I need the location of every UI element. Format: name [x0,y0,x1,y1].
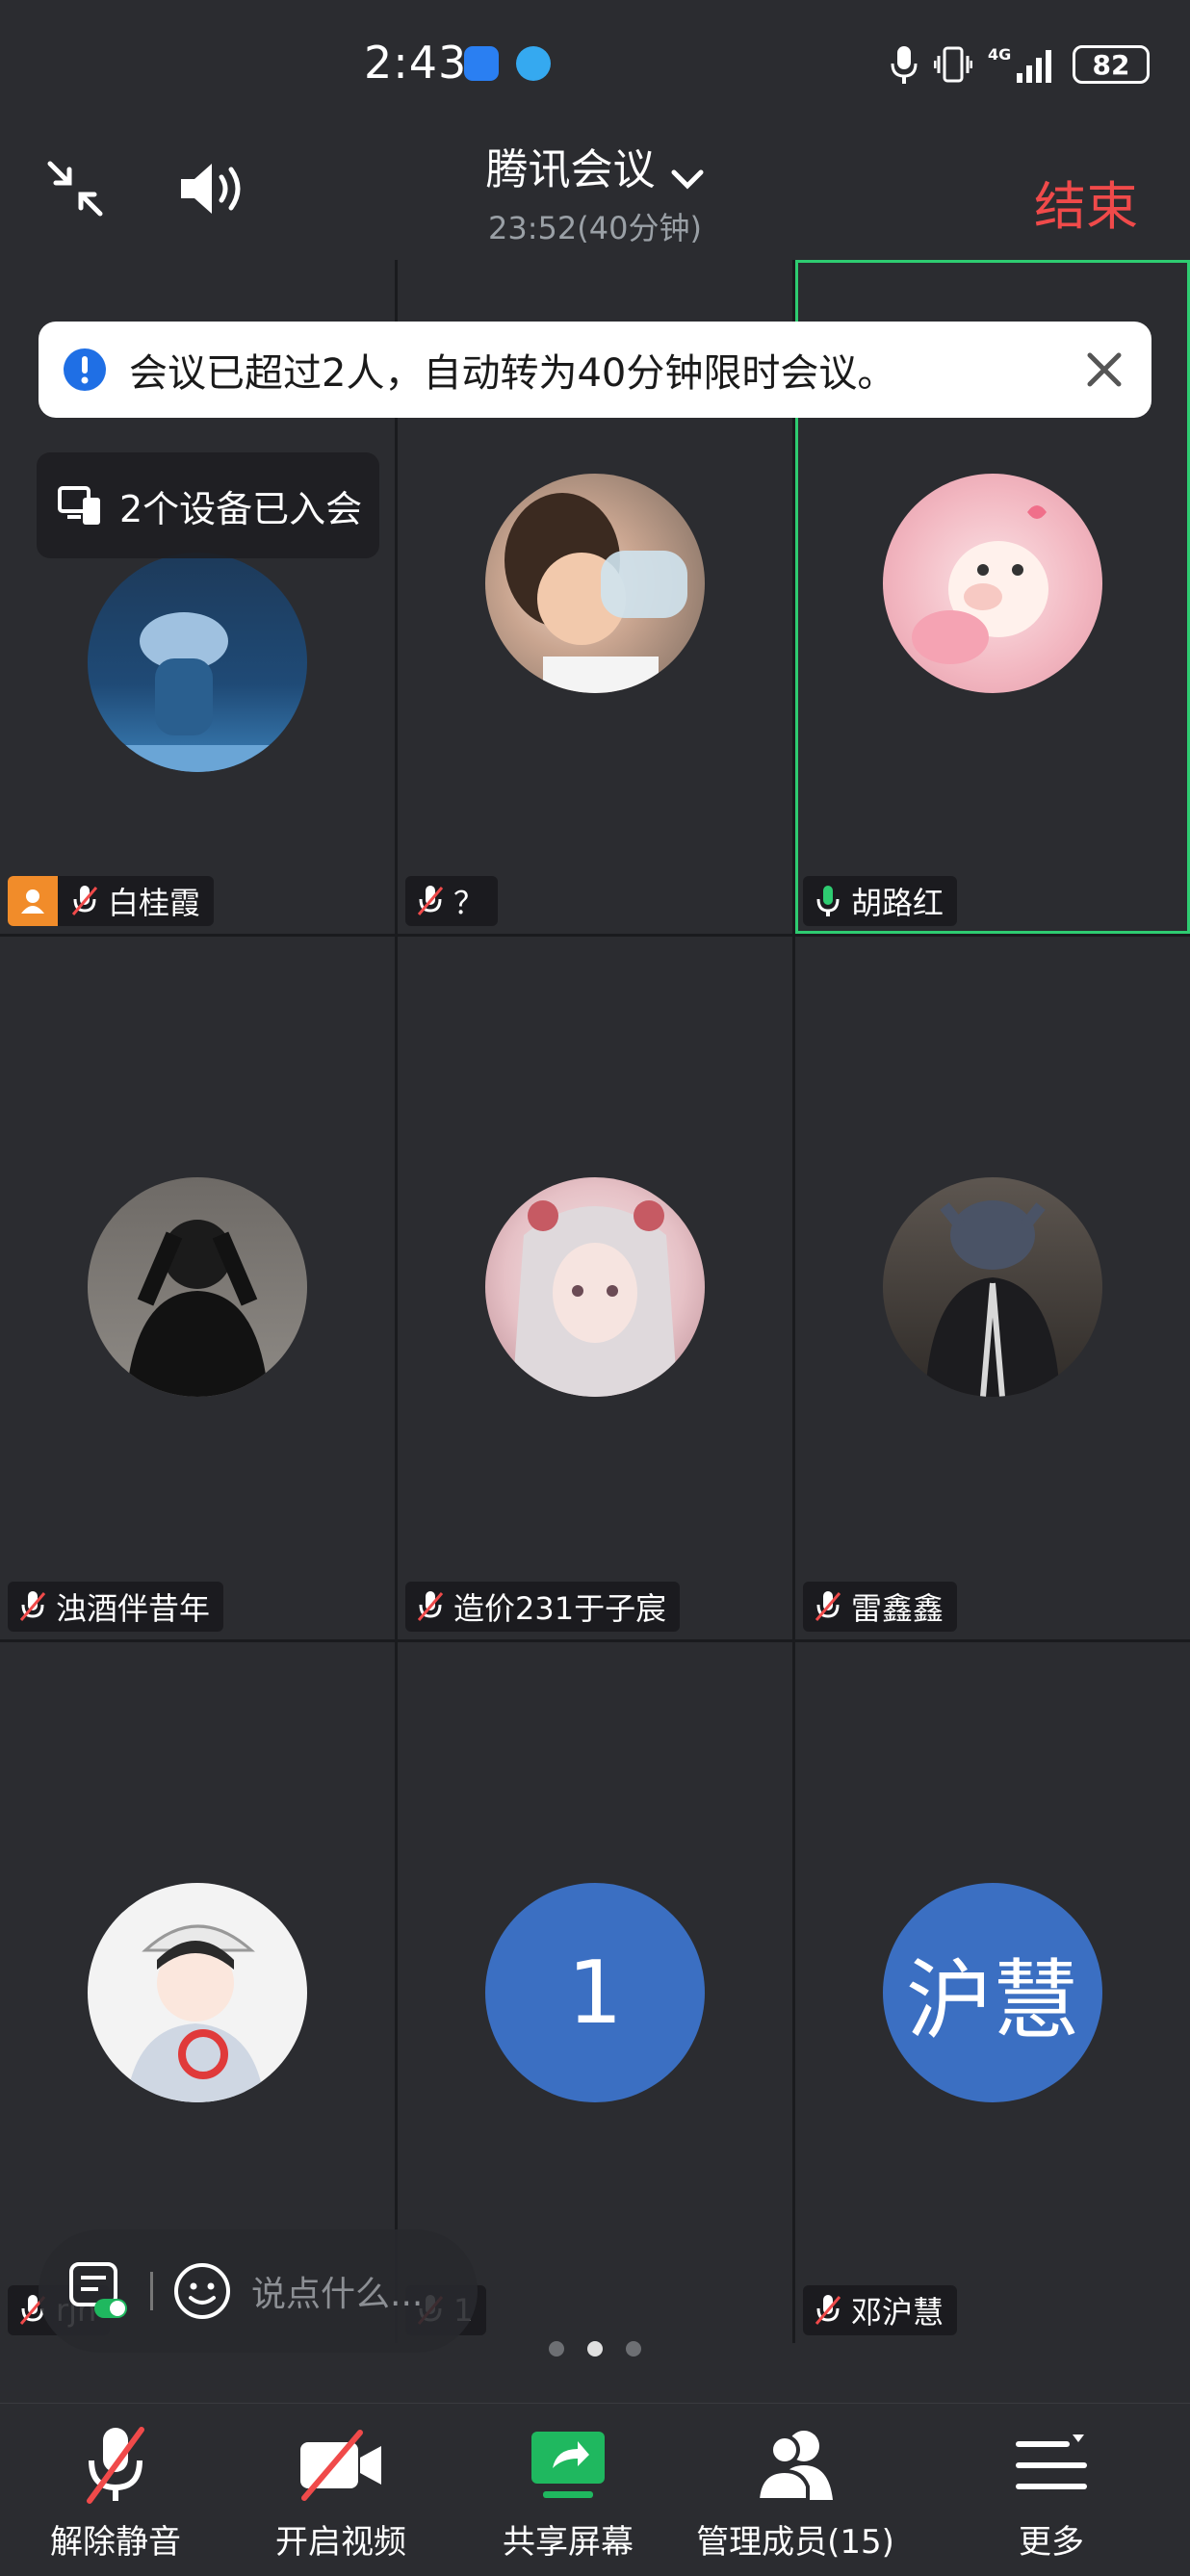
share-screen-icon [531,2432,605,2498]
time-limit-banner: 会议已超过2人，自动转为40分钟限时会议。 [39,322,1151,418]
banner-message: 会议已超过2人，自动转为40分钟限时会议。 [129,351,896,396]
participant-name: 浊酒伴昔年 [56,1590,211,1627]
share-screen-button[interactable]: 共享屏幕 [453,2421,684,2563]
page-dot[interactable] [549,2341,564,2357]
devices-joined-text: 2个设备已入会 [119,487,363,530]
manage-members-label: 管理成员(15) [696,2523,894,2562]
more-label: 更多 [1019,2523,1084,2562]
avatar: 1 [485,1883,705,2102]
meeting-title-dropdown[interactable]: 腾讯会议 [0,135,1190,196]
devices-icon [58,486,100,525]
avatar [88,1883,307,2102]
signal-icon: 4G [988,45,1051,83]
avatar [485,1177,705,1397]
participant-name-tag: 白桂霞 [8,876,215,926]
page-indicator [0,2341,1190,2357]
svg-text:4G: 4G [988,45,1011,64]
participant-name: 邓沪慧 [851,2294,944,2331]
mic-muted-icon [417,1591,444,1621]
vibrate-icon [934,46,972,83]
battery-indicator: 82 [1073,45,1150,84]
chat-bar: 说点什么... [39,2229,478,2353]
meeting-title: 腾讯会议 [485,145,656,194]
meeting-app-icon [464,46,499,81]
participant-name-tag: 造价231于子宸 [405,1582,681,1632]
more-menu-icon [1016,2434,1087,2489]
participant-name-tag: 浊酒伴昔年 [8,1582,224,1632]
info-icon [64,348,106,391]
participant-tile[interactable]: 浊酒伴昔年 [0,937,395,1639]
meeting-header: 腾讯会议 23:52(40分钟) 结束 [0,125,1190,260]
page-dot-current[interactable] [587,2341,603,2357]
participant-name-tag: 邓沪慧 [803,2285,958,2335]
avatar [883,474,1102,693]
unmute-label: 解除静音 [50,2523,181,2562]
start-video-label: 开启视频 [275,2523,406,2562]
avatar [883,1177,1102,1397]
mic-muted-icon [417,886,444,915]
participant-name: 雷鑫鑫 [851,1590,944,1627]
mic-muted-icon [815,1591,841,1621]
members-icon [755,2431,833,2502]
participant-name: 胡路红 [851,885,944,921]
emoji-icon[interactable] [172,2261,232,2321]
chat-toggle-icon[interactable] [67,2260,131,2322]
manage-members-button[interactable]: 管理成员(15) [680,2421,911,2563]
more-button[interactable]: 更多 [936,2421,1167,2563]
avatar [88,553,307,772]
start-video-button[interactable]: 开启视频 [225,2421,456,2563]
status-indicators: 4G 82 [890,42,1150,87]
devices-joined-tip[interactable]: 2个设备已入会 [37,452,379,558]
chat-app-icon [516,46,551,81]
end-meeting-button[interactable]: 结束 [1034,164,1138,240]
unmute-button[interactable]: 解除静音 [0,2421,231,2563]
mic-muted-icon [815,2295,841,2325]
mic-muted-icon [71,886,98,915]
participant-tile[interactable]: 雷鑫鑫 [795,937,1190,1639]
participant-name: 造价231于子宸 [453,1590,667,1627]
participant-tile[interactable]: 造价231于子宸 [398,937,792,1639]
host-badge-icon [8,876,58,926]
participant-name-tag: 胡路红 [803,876,958,926]
share-screen-label: 共享屏幕 [503,2523,634,2562]
participant-name-tag: ？ [405,876,499,926]
close-icon[interactable] [1080,346,1128,394]
mic-muted-icon [19,1591,46,1621]
mic-active-icon [816,886,840,916]
participant-tile[interactable]: 1 1 [398,1642,792,2343]
status-bar: 2:43 4G 82 [0,0,1190,125]
avatar: 沪慧 [883,1883,1102,2102]
chevron-down-icon [671,169,704,190]
status-time: 2:43 [364,37,468,89]
page-dot[interactable] [626,2341,641,2357]
mic-muted-icon [87,2427,144,2504]
meeting-timer: 23:52(40分钟) [488,210,702,246]
mic-status-icon [891,46,918,84]
video-off-icon [300,2430,381,2501]
participant-tile[interactable]: 沪慧 邓沪慧 [795,1642,1190,2343]
avatar [88,1177,307,1397]
participant-name: ？ [453,885,485,921]
avatar [485,474,705,693]
participant-name-tag: 雷鑫鑫 [803,1582,958,1632]
chat-separator [150,2272,153,2310]
participant-name: 白桂霞 [108,885,201,921]
bottom-toolbar: 解除静音 开启视频 共享屏幕 管理成员(15) 更多 [0,2403,1190,2576]
chat-input[interactable]: 说点什么... [251,2266,423,2316]
